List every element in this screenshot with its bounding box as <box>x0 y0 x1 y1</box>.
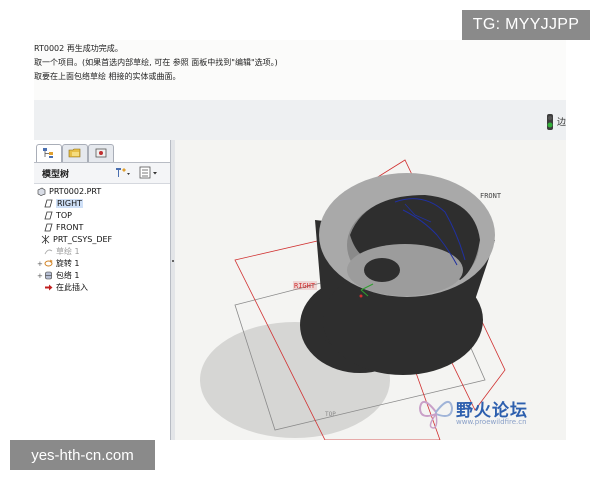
butterfly-logo-icon <box>418 401 454 429</box>
tree-settings-icon <box>116 168 130 177</box>
traffic-light-icon[interactable] <box>544 114 556 130</box>
datum-label-front: FRONT <box>480 192 502 200</box>
message-line: RT0002 再生成功完成。 <box>34 44 123 53</box>
tree-item-label: RIGHT <box>56 199 84 208</box>
navigator-tabs <box>34 144 170 162</box>
show-menu-button[interactable] <box>138 166 160 179</box>
logo-url: www.proewildfire.cn <box>456 418 527 426</box>
toolbar-overflow-label[interactable]: 边 <box>557 115 566 128</box>
sketch-icon <box>44 249 53 255</box>
tree-item-label: 草绘 1 <box>56 247 80 256</box>
tree-item-wrap[interactable]: + 包络 1 <box>37 270 80 281</box>
model-tree-header: 模型树 <box>34 162 170 184</box>
tree-item-revolve[interactable]: + 旋转 1 <box>37 258 80 269</box>
tree-item-label: PRT_CSYS_DEF <box>53 235 113 244</box>
proe-window: RT0002 再生成功完成。 取一个项目。(如果首选内部草绘, 可在 参照 面板… <box>34 40 566 440</box>
tree-item-part[interactable]: PRT0002.PRT <box>37 186 101 197</box>
revolve-icon <box>44 259 53 267</box>
tree-item-right[interactable]: RIGHT <box>44 198 84 209</box>
tree-item-label: PRT0002.PRT <box>49 187 102 196</box>
site-watermark-badge: yes-hth-cn.com <box>10 440 155 470</box>
datum-plane-icon <box>44 199 53 208</box>
tree-item-insert-here[interactable]: 在此插入 <box>44 282 88 293</box>
model-tree-title: 模型树 <box>42 170 70 180</box>
tree-item-sketch[interactable]: 草绘 1 <box>44 246 80 257</box>
expand-icon[interactable]: + <box>37 260 43 268</box>
csys-icon <box>41 235 50 244</box>
tree-item-front[interactable]: FRONT <box>44 222 83 233</box>
tab-favorites[interactable] <box>88 144 114 162</box>
tab-folder-browser[interactable] <box>62 144 88 162</box>
tree-item-label: 包络 1 <box>55 271 80 280</box>
part-center-hole <box>364 258 400 282</box>
message-line: 取要在上面包络草绘 相接的实体或曲面。 <box>34 72 181 81</box>
part-icon <box>37 187 46 196</box>
tree-item-label: TOP <box>56 211 73 220</box>
datum-plane-icon <box>44 223 53 232</box>
favorites-icon <box>95 148 107 158</box>
datum-label-top: TOP <box>325 411 336 418</box>
tree-item-top[interactable]: TOP <box>44 210 72 221</box>
datum-plane-icon <box>44 211 53 220</box>
tg-watermark-badge: TG: MYYJJPP <box>462 10 590 40</box>
insert-here-icon <box>45 284 53 291</box>
tree-item-label: 旋转 1 <box>55 259 80 268</box>
wrap-icon <box>45 271 52 280</box>
message-line: 取一个项目。(如果首选内部草绘, 可在 参照 面板中找到"编辑"选项。) <box>34 58 278 67</box>
tree-item-label: 在此插入 <box>56 283 88 292</box>
tree-settings-button[interactable] <box>114 166 132 179</box>
dashboard-toolbar: 边 <box>34 100 566 141</box>
forum-logo: 野火论坛 www.proewildfire.cn <box>414 390 554 434</box>
expand-icon[interactable]: + <box>37 272 43 280</box>
model-tree-icon <box>43 148 53 158</box>
tab-model-tree[interactable] <box>36 144 62 162</box>
tree-item-csys[interactable]: PRT_CSYS_DEF <box>41 234 112 245</box>
message-area: RT0002 再生成功完成。 取一个项目。(如果首选内部草绘, 可在 参照 面板… <box>34 40 566 101</box>
tree-item-label: FRONT <box>56 223 84 232</box>
csys-origin <box>359 294 363 298</box>
folder-icon <box>68 148 81 158</box>
list-icon <box>139 166 157 179</box>
navigator-panel: 模型树 PRT0002.PRT RIGHT TOP FRONT PRT_CSYS… <box>34 140 171 440</box>
datum-label-right: RIGHT <box>294 282 316 290</box>
